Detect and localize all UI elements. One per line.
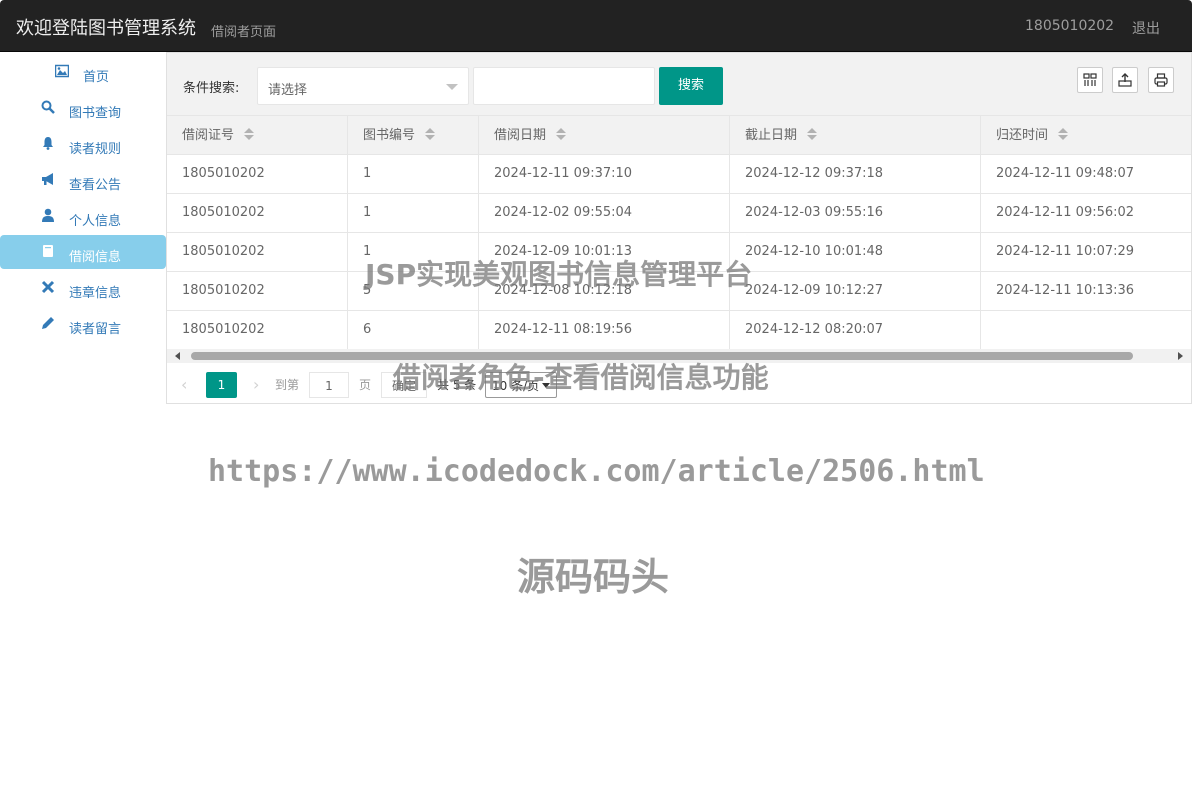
cell-due-date: 2024-12-03 09:55:16 xyxy=(730,194,981,232)
column-header-return-time[interactable]: 归还时间 xyxy=(981,116,1191,154)
cell-due-date: 2024-12-09 10:12:27 xyxy=(730,272,981,310)
sidebar-item-label: 个人信息 xyxy=(69,214,122,229)
cell-book-no: 1 xyxy=(348,155,479,193)
cell-card-no: 1805010202 xyxy=(167,311,348,349)
print-icon xyxy=(1154,73,1168,87)
sidebar-item-violations[interactable]: 违章信息 xyxy=(0,273,166,307)
search-field-select[interactable]: 请选择 xyxy=(257,67,469,105)
bullhorn-icon xyxy=(40,172,56,188)
cell-borrow-date: 2024-12-02 09:55:04 xyxy=(479,194,730,232)
close-icon xyxy=(40,280,56,296)
columns-icon xyxy=(1083,73,1097,86)
watermark-brand: 源码码头 xyxy=(517,555,670,599)
cell-due-date: 2024-12-10 10:01:48 xyxy=(730,233,981,271)
export-icon xyxy=(1118,73,1132,87)
sidebar-item-label: 查看公告 xyxy=(69,178,122,193)
page-button-current[interactable]: 1 xyxy=(206,372,237,398)
watermark-url: https://www.icodedock.com/article/2506.h… xyxy=(208,454,985,489)
logout-link[interactable]: 退出 xyxy=(1132,18,1160,38)
cell-borrow-date: 2024-12-11 08:19:56 xyxy=(479,311,730,349)
cell-card-no: 1805010202 xyxy=(167,272,348,310)
cell-due-date: 2024-12-12 08:20:07 xyxy=(730,311,981,349)
column-header-card-no[interactable]: 借阅证号 xyxy=(167,116,348,154)
sidebar-item-label: 违章信息 xyxy=(69,286,122,301)
next-page-icon[interactable]: › xyxy=(253,372,259,398)
watermark-title: JSP实现美观图书信息管理平台 xyxy=(365,258,753,291)
sidebar-item-label: 图书查询 xyxy=(69,106,122,121)
table-row[interactable]: 1805010202 1 2024-12-02 09:55:04 2024-12… xyxy=(167,194,1191,233)
cell-return-time xyxy=(981,311,1191,349)
cell-return-time: 2024-12-11 09:56:02 xyxy=(996,205,1135,220)
sidebar-item-borrow-info[interactable]: 借阅信息 xyxy=(0,235,166,269)
sidebar-item-book-search[interactable]: 图书查询 xyxy=(0,93,166,127)
sort-icon[interactable] xyxy=(1058,128,1069,140)
cell-card-no: 1805010202 xyxy=(167,194,348,232)
prev-page-icon[interactable]: ‹ xyxy=(181,372,187,398)
pencil-icon xyxy=(40,316,56,332)
table-header-row: 借阅证号 图书编号 借阅日期 截止日期 归还时间 xyxy=(167,115,1191,155)
print-button[interactable] xyxy=(1148,67,1174,93)
scroll-left-icon[interactable] xyxy=(175,352,180,360)
table-row[interactable]: 1805010202 6 2024-12-11 08:19:56 2024-12… xyxy=(167,311,1191,350)
column-header-book-no[interactable]: 图书编号 xyxy=(348,116,479,154)
scroll-right-icon[interactable] xyxy=(1178,352,1183,360)
search-icon xyxy=(40,100,56,116)
column-header-due-date[interactable]: 截止日期 xyxy=(730,116,981,154)
sidebar-item-label: 读者留言 xyxy=(69,322,122,337)
goto-label: 到第 xyxy=(275,378,300,392)
goto-page-input[interactable]: 1 xyxy=(309,372,349,398)
cell-book-no: 6 xyxy=(348,311,479,349)
sidebar-item-announcements[interactable]: 查看公告 xyxy=(0,165,166,199)
select-placeholder: 请选择 xyxy=(268,83,308,98)
sidebar-item-label: 读者规则 xyxy=(69,142,122,157)
bell-icon xyxy=(40,136,56,152)
current-user-link[interactable]: 1805010202 xyxy=(1025,18,1114,34)
watermark-subtitle: 借阅者角色-查看借阅信息功能 xyxy=(393,361,769,394)
page-subtitle: 借阅者页面 xyxy=(211,25,277,40)
sidebar-item-profile[interactable]: 个人信息 xyxy=(0,201,166,235)
export-button[interactable] xyxy=(1112,67,1138,93)
column-header-borrow-date[interactable]: 借阅日期 xyxy=(479,116,730,154)
page-suffix: 页 xyxy=(359,378,372,392)
sidebar-item-label: 借阅信息 xyxy=(69,250,122,265)
cell-due-date: 2024-12-12 09:37:18 xyxy=(730,155,981,193)
cell-card-no: 1805010202 xyxy=(167,233,348,271)
chevron-down-icon xyxy=(446,84,458,90)
sort-icon[interactable] xyxy=(556,128,567,140)
cell-book-no: 1 xyxy=(348,194,479,232)
app-title[interactable]: 欢迎登陆图书管理系统 xyxy=(16,14,196,40)
borrow-info-panel: 条件搜索: 请选择 搜索 借阅证号 图书编号 借阅日期 截止日期 归还时间 18… xyxy=(166,52,1192,404)
search-input[interactable] xyxy=(473,67,655,105)
search-button[interactable]: 搜索 xyxy=(659,67,723,105)
search-toolbar: 条件搜索: 请选择 搜索 xyxy=(167,53,1191,115)
book-icon xyxy=(40,244,56,260)
table-row[interactable]: 1805010202 1 2024-12-11 09:37:10 2024-12… xyxy=(167,155,1191,194)
sort-icon[interactable] xyxy=(244,128,255,140)
sidebar: 首页 图书查询 读者规则 查看公告 个人信息 借阅信息 违章信息 读者留言 xyxy=(0,52,166,352)
top-navbar: 欢迎登陆图书管理系统 借阅者页面 1805010202 退出 xyxy=(0,0,1192,52)
cell-return-time: 2024-12-11 10:07:29 xyxy=(996,244,1135,259)
sidebar-item-label: 首页 xyxy=(83,70,110,85)
cell-borrow-date: 2024-12-11 09:37:10 xyxy=(479,155,730,193)
cell-return-time: 2024-12-11 10:13:36 xyxy=(996,283,1135,298)
sort-icon[interactable] xyxy=(425,128,436,140)
cell-card-no: 1805010202 xyxy=(167,155,348,193)
columns-button[interactable] xyxy=(1077,67,1103,93)
sidebar-item-messages[interactable]: 读者留言 xyxy=(0,309,166,343)
cell-return-time: 2024-12-11 09:48:07 xyxy=(996,166,1135,181)
search-label: 条件搜索: xyxy=(183,81,240,96)
sidebar-item-home[interactable]: 首页 xyxy=(0,57,166,91)
user-icon xyxy=(40,208,56,224)
sort-icon[interactable] xyxy=(807,128,818,140)
sidebar-item-reader-rules[interactable]: 读者规则 xyxy=(0,129,166,163)
image-icon xyxy=(54,64,70,80)
